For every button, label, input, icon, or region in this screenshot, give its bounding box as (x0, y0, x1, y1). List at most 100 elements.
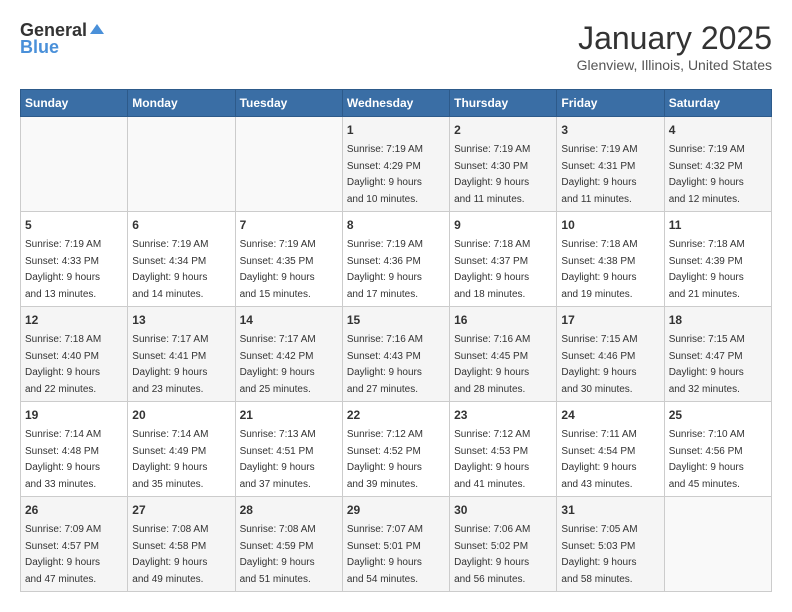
day-info: Sunrise: 7:19 AM Sunset: 4:31 PM Dayligh… (561, 144, 637, 205)
day-cell: 28 Sunrise: 7:08 AM Sunset: 4:59 PM Dayli… (235, 497, 342, 592)
day-number: 29 (347, 501, 445, 519)
day-info: Sunrise: 7:09 AM Sunset: 4:57 PM Dayligh… (25, 524, 101, 585)
logo-triangle-icon (90, 24, 104, 34)
day-number: 11 (669, 216, 767, 234)
day-cell: 26 Sunrise: 7:09 AM Sunset: 4:57 PM Dayli… (21, 497, 128, 592)
day-header-sunday: Sunday (21, 90, 128, 117)
day-info: Sunrise: 7:16 AM Sunset: 4:45 PM Dayligh… (454, 334, 530, 395)
day-number: 3 (561, 121, 659, 139)
week-row-5: 26 Sunrise: 7:09 AM Sunset: 4:57 PM Dayli… (21, 497, 772, 592)
day-info: Sunrise: 7:19 AM Sunset: 4:29 PM Dayligh… (347, 144, 423, 205)
day-info: Sunrise: 7:16 AM Sunset: 4:43 PM Dayligh… (347, 334, 423, 395)
day-number: 28 (240, 501, 338, 519)
day-number: 10 (561, 216, 659, 234)
day-cell (128, 117, 235, 212)
day-number: 27 (132, 501, 230, 519)
title-area: January 2025 Glenview, Illinois, United … (577, 20, 772, 73)
logo: General Blue (20, 20, 104, 58)
day-info: Sunrise: 7:18 AM Sunset: 4:37 PM Dayligh… (454, 239, 530, 300)
day-cell: 31Sunrise: 7:05 AM Sunset: 5:03 PM Dayli… (557, 497, 664, 592)
day-number: 18 (669, 311, 767, 329)
day-cell: 20 Sunrise: 7:14 AM Sunset: 4:49 PM Dayli… (128, 402, 235, 497)
day-cell (21, 117, 128, 212)
day-cell: 11 Sunrise: 7:18 AM Sunset: 4:39 PM Dayli… (664, 212, 771, 307)
day-number: 15 (347, 311, 445, 329)
day-number: 24 (561, 406, 659, 424)
day-header-wednesday: Wednesday (342, 90, 449, 117)
day-info: Sunrise: 7:10 AM Sunset: 4:56 PM Dayligh… (669, 429, 745, 490)
day-info: Sunrise: 7:18 AM Sunset: 4:38 PM Dayligh… (561, 239, 637, 300)
day-cell: 13 Sunrise: 7:17 AM Sunset: 4:41 PM Dayli… (128, 307, 235, 402)
day-cell: 22 Sunrise: 7:12 AM Sunset: 4:52 PM Dayli… (342, 402, 449, 497)
day-cell: 29 Sunrise: 7:07 AM Sunset: 5:01 PM Dayli… (342, 497, 449, 592)
day-cell: 8 Sunrise: 7:19 AM Sunset: 4:36 PM Daylig… (342, 212, 449, 307)
day-cell: 16 Sunrise: 7:16 AM Sunset: 4:45 PM Dayli… (450, 307, 557, 402)
day-number: 17 (561, 311, 659, 329)
day-header-tuesday: Tuesday (235, 90, 342, 117)
day-cell (664, 497, 771, 592)
day-number: 22 (347, 406, 445, 424)
day-number: 2 (454, 121, 552, 139)
day-number: 4 (669, 121, 767, 139)
day-info: Sunrise: 7:14 AM Sunset: 4:48 PM Dayligh… (25, 429, 101, 490)
day-cell: 19 Sunrise: 7:14 AM Sunset: 4:48 PM Dayli… (21, 402, 128, 497)
day-info: Sunrise: 7:06 AM Sunset: 5:02 PM Dayligh… (454, 524, 530, 585)
day-info: Sunrise: 7:18 AM Sunset: 4:39 PM Dayligh… (669, 239, 745, 300)
week-row-1: 1 Sunrise: 7:19 AM Sunset: 4:29 PM Daylig… (21, 117, 772, 212)
day-number: 8 (347, 216, 445, 234)
day-number: 23 (454, 406, 552, 424)
day-cell: 17Sunrise: 7:15 AM Sunset: 4:46 PM Dayli… (557, 307, 664, 402)
day-info: Sunrise: 7:19 AM Sunset: 4:34 PM Dayligh… (132, 239, 208, 300)
day-cell: 10 Sunrise: 7:18 AM Sunset: 4:38 PM Dayli… (557, 212, 664, 307)
day-number: 16 (454, 311, 552, 329)
day-number: 14 (240, 311, 338, 329)
day-cell: 21Sunrise: 7:13 AM Sunset: 4:51 PM Dayli… (235, 402, 342, 497)
day-number: 6 (132, 216, 230, 234)
day-cell: 27 Sunrise: 7:08 AM Sunset: 4:58 PM Dayli… (128, 497, 235, 592)
day-number: 5 (25, 216, 123, 234)
day-cell (235, 117, 342, 212)
day-header-friday: Friday (557, 90, 664, 117)
day-info: Sunrise: 7:18 AM Sunset: 4:40 PM Dayligh… (25, 334, 101, 395)
day-cell: 14 Sunrise: 7:17 AM Sunset: 4:42 PM Dayli… (235, 307, 342, 402)
day-cell: 9Sunrise: 7:18 AM Sunset: 4:37 PM Daylig… (450, 212, 557, 307)
day-number: 12 (25, 311, 123, 329)
day-info: Sunrise: 7:19 AM Sunset: 4:36 PM Dayligh… (347, 239, 423, 300)
day-info: Sunrise: 7:12 AM Sunset: 4:52 PM Dayligh… (347, 429, 423, 490)
day-number: 7 (240, 216, 338, 234)
day-info: Sunrise: 7:19 AM Sunset: 4:35 PM Dayligh… (240, 239, 316, 300)
day-info: Sunrise: 7:08 AM Sunset: 4:58 PM Dayligh… (132, 524, 208, 585)
day-info: Sunrise: 7:08 AM Sunset: 4:59 PM Dayligh… (240, 524, 316, 585)
day-cell: 2Sunrise: 7:19 AM Sunset: 4:30 PM Daylig… (450, 117, 557, 212)
day-info: Sunrise: 7:07 AM Sunset: 5:01 PM Dayligh… (347, 524, 423, 585)
day-cell: 7 Sunrise: 7:19 AM Sunset: 4:35 PM Daylig… (235, 212, 342, 307)
day-cell: 30 Sunrise: 7:06 AM Sunset: 5:02 PM Dayli… (450, 497, 557, 592)
day-number: 31 (561, 501, 659, 519)
day-header-monday: Monday (128, 90, 235, 117)
week-row-2: 5Sunrise: 7:19 AM Sunset: 4:33 PM Daylig… (21, 212, 772, 307)
day-number: 20 (132, 406, 230, 424)
week-row-3: 12 Sunrise: 7:18 AM Sunset: 4:40 PM Dayli… (21, 307, 772, 402)
day-info: Sunrise: 7:15 AM Sunset: 4:47 PM Dayligh… (669, 334, 745, 395)
day-cell: 3 Sunrise: 7:19 AM Sunset: 4:31 PM Daylig… (557, 117, 664, 212)
calendar-table: SundayMondayTuesdayWednesdayThursdayFrid… (20, 89, 772, 592)
day-info: Sunrise: 7:13 AM Sunset: 4:51 PM Dayligh… (240, 429, 316, 490)
day-cell: 18 Sunrise: 7:15 AM Sunset: 4:47 PM Dayli… (664, 307, 771, 402)
day-info: Sunrise: 7:19 AM Sunset: 4:32 PM Dayligh… (669, 144, 745, 205)
day-info: Sunrise: 7:17 AM Sunset: 4:42 PM Dayligh… (240, 334, 316, 395)
day-info: Sunrise: 7:17 AM Sunset: 4:41 PM Dayligh… (132, 334, 208, 395)
day-number: 13 (132, 311, 230, 329)
header: General Blue January 2025 Glenview, Illi… (20, 20, 772, 73)
day-info: Sunrise: 7:14 AM Sunset: 4:49 PM Dayligh… (132, 429, 208, 490)
calendar-subtitle: Glenview, Illinois, United States (577, 57, 772, 73)
days-header-row: SundayMondayTuesdayWednesdayThursdayFrid… (21, 90, 772, 117)
day-header-thursday: Thursday (450, 90, 557, 117)
day-cell: 5Sunrise: 7:19 AM Sunset: 4:33 PM Daylig… (21, 212, 128, 307)
day-number: 19 (25, 406, 123, 424)
day-cell: 25Sunrise: 7:10 AM Sunset: 4:56 PM Dayli… (664, 402, 771, 497)
day-cell: 23Sunrise: 7:12 AM Sunset: 4:53 PM Dayli… (450, 402, 557, 497)
day-number: 26 (25, 501, 123, 519)
day-number: 30 (454, 501, 552, 519)
day-number: 1 (347, 121, 445, 139)
calendar-title: January 2025 (577, 20, 772, 57)
